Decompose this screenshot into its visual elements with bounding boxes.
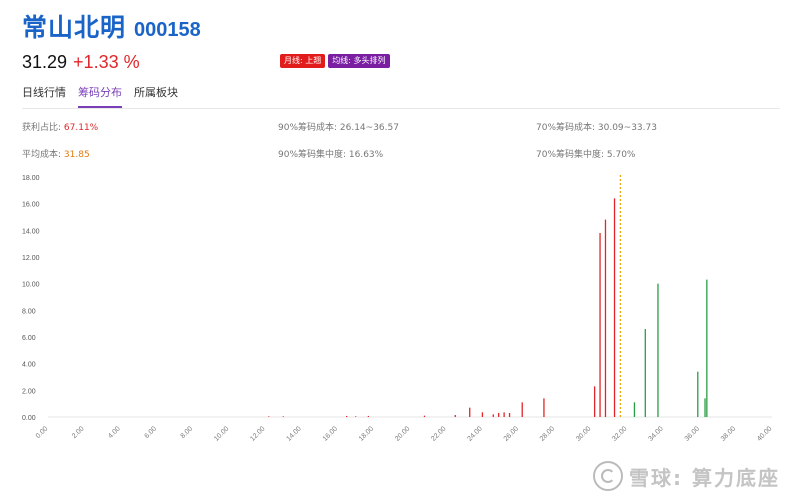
x-tick-label: 32.00: [611, 425, 628, 442]
price-change: +1.33 %: [73, 52, 140, 72]
y-tick-label: 18.00: [22, 175, 40, 182]
x-tick-label: 2.00: [71, 425, 86, 440]
y-tick-label: 4.00: [22, 362, 36, 369]
tab-daily[interactable]: 日线行情: [22, 84, 66, 108]
concentration-90: 90%筹码集中度: 16.63%: [278, 150, 384, 160]
tab-chip-distribution[interactable]: 筹码分布: [78, 84, 122, 108]
profit-ratio-value: 67.11%: [63, 123, 99, 133]
watermark: 雪球: 算力底座: [593, 461, 780, 491]
x-tick-label: 34.00: [647, 425, 664, 442]
y-tick-label: 10.00: [22, 282, 40, 289]
x-tick-label: 26.00: [503, 425, 520, 442]
y-tick-label: 2.00: [22, 388, 36, 395]
signal-tag-ma: 均线: 多头排列: [328, 54, 390, 68]
x-tick-label: 18.00: [358, 425, 375, 442]
x-tick-label: 40.00: [756, 425, 773, 442]
watermark-text: 雪球: 算力底座: [629, 465, 780, 490]
x-tick-label: 30.00: [575, 425, 592, 442]
avg-cost-value: 31.85: [63, 150, 90, 160]
x-tick-label: 36.00: [684, 425, 701, 442]
y-tick-label: 14.00: [22, 228, 40, 235]
x-tick-label: 10.00: [213, 425, 230, 442]
price-row: 31.29 +1.33 %: [22, 52, 140, 73]
chip-distribution-chart: 0.00 2.00 4.00 6.00 8.00 10.00 12.00 14.00 16.00…: [22, 173, 773, 443]
profit-ratio: 获利占比: 67.11%: [22, 120, 98, 133]
x-tick-label: 22.00: [430, 425, 447, 442]
stock-name: 常山北明: [22, 13, 127, 42]
y-tick-label: 16.00: [22, 202, 40, 209]
y-tick-label: 8.00: [22, 308, 36, 315]
y-tick-label: 0.00: [22, 415, 36, 422]
x-tick-label: 4.00: [107, 425, 122, 440]
x-tick-label: 0.00: [35, 425, 50, 440]
profit-ratio-label: 获利占比:: [22, 123, 62, 133]
current-price: 31.29: [22, 52, 68, 72]
x-tick-label: 8.00: [180, 425, 195, 440]
avg-cost-label: 平均成本:: [22, 150, 62, 160]
x-tick-label: 28.00: [539, 425, 556, 442]
x-tick-label: 24.00: [466, 425, 483, 442]
cost-90: 90%筹码成本: 26.14~36.57: [278, 123, 399, 133]
x-tick-label: 20.00: [394, 425, 411, 442]
x-tick-label: 12.00: [249, 425, 266, 442]
x-tick-label: 6.00: [143, 425, 158, 440]
signal-tags: 月线: 上翘 均线: 多头排列: [280, 54, 390, 68]
stock-code: 000158: [134, 19, 201, 41]
y-tick-label: 12.00: [22, 255, 40, 262]
snowball-logo-icon: [593, 461, 624, 491]
stock-title: 常山北明 000158: [22, 8, 201, 42]
x-tick-label: 14.00: [285, 425, 302, 442]
signal-tag-monthly: 月线: 上翘: [280, 54, 326, 68]
avg-cost: 平均成本: 31.85: [22, 147, 90, 160]
tab-sectors[interactable]: 所属板块: [134, 84, 178, 108]
x-tick-label: 16.00: [322, 425, 339, 442]
y-tick-label: 6.00: [22, 335, 36, 342]
cost-70: 70%筹码成本: 30.09~33.73: [536, 123, 657, 133]
tab-bar: 日线行情 筹码分布 所属板块: [22, 84, 780, 109]
x-tick-label: 38.00: [720, 425, 737, 442]
concentration-70: 70%筹码集中度: 5.70%: [536, 150, 636, 160]
